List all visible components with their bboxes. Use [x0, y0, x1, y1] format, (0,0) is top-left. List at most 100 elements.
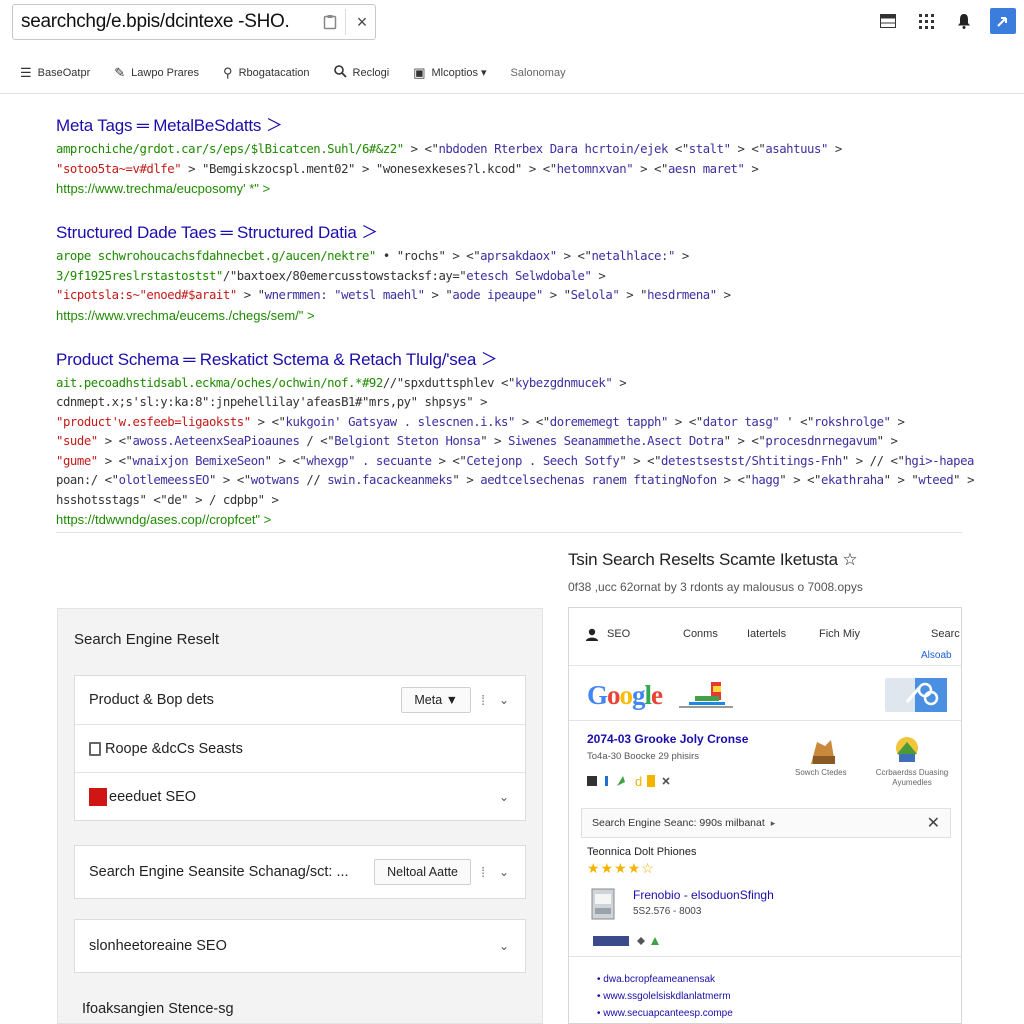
- bell-icon[interactable]: [952, 9, 976, 33]
- caret-icon: ▸: [770, 817, 776, 828]
- toolbar-item-aggregation[interactable]: ⚲ Rbogatacation: [223, 65, 309, 81]
- snippet-segment: Belgiont Steton Honsa: [334, 434, 481, 448]
- search-codes-thumbnail[interactable]: [803, 736, 843, 766]
- panel-title: Search Engine Reselt: [74, 631, 220, 648]
- chevron-down-icon[interactable]: ⌄: [499, 790, 509, 804]
- result-snippet-line: "sude" > <"awoss.AeteenxSeaPioaunes / <"…: [56, 432, 976, 452]
- toolbar-item-basedata[interactable]: ☰ BaseOatpr: [20, 65, 90, 81]
- link-icon[interactable]: [885, 678, 947, 712]
- meta-dropdown[interactable]: Meta ▼: [401, 687, 471, 713]
- thumbnail-caption: Sowch Ctedes: [795, 768, 847, 777]
- footer-item[interactable]: Ifoaksangien Stence-sg: [82, 1001, 234, 1017]
- account-icon[interactable]: [990, 8, 1016, 34]
- product-thumbnail[interactable]: [589, 886, 617, 922]
- chevron-down-icon[interactable]: ⌄: [499, 693, 509, 707]
- close-icon[interactable]: ✕: [927, 813, 940, 833]
- related-link[interactable]: • www.ssgolelsiskdlanlatmerm: [597, 991, 731, 1002]
- toolbar-label: Reclogi: [352, 66, 390, 79]
- address-search-box[interactable]: searchchg/e.bpis/dcintexe -SHO. ×: [12, 4, 376, 40]
- result-url[interactable]: https://www.vrechma/eucems./chegs/sem/" …: [56, 306, 976, 326]
- grid-icon[interactable]: [914, 9, 938, 33]
- clipboard-icon[interactable]: [321, 13, 339, 31]
- snippet-segment: > <": [716, 473, 752, 487]
- inner-search-bar[interactable]: Search Engine Seanc: 990s milbanat ▸ ✕: [581, 808, 951, 838]
- tab-comms[interactable]: Conms: [683, 628, 718, 640]
- preview-title: Tsin Search Reselts Scamte Iketusta ☆: [568, 550, 858, 569]
- accordion-item-rope[interactable]: Roope &dcCs Seasts: [75, 724, 525, 772]
- snippet-segment: procesdnrnegavum: [765, 434, 877, 448]
- accordion-item-seo[interactable]: eeeduet SEO ⌄: [75, 772, 525, 820]
- tab-sub-link[interactable]: Alsoab: [921, 650, 952, 661]
- search-query[interactable]: searchchg/e.bpis/dcintexe -SHO.: [21, 11, 317, 33]
- snippet-segment: arope schwrohoucachsfdahnecbet.g/aucen/n…: [56, 249, 376, 263]
- toolbar-item-options-dropdown[interactable]: ▣ Mlcoptios ▾: [413, 65, 486, 81]
- snippet-segment: ekathraha: [821, 473, 884, 487]
- snippet-segment: > <": [97, 453, 133, 468]
- related-link[interactable]: • dwa.bcropfeameanensak: [597, 974, 715, 985]
- snippet-segment: > <": [730, 142, 766, 156]
- snippet-segment: >: [890, 414, 905, 429]
- snippet-segment: hsshotsstags" <"de" > / cdpbp" >: [56, 492, 279, 507]
- result-title-link[interactable]: Product Schema ═ Reskatict Sctema & Reta…: [56, 346, 976, 374]
- snippet-segment: kukgoin' Gatsyaw . slescnen.i.ks": [285, 414, 515, 429]
- chevron-down-icon[interactable]: ⌄: [499, 939, 509, 953]
- product-price: 5S2.576 - 8003: [633, 906, 702, 917]
- edit-icon: ✎: [114, 64, 126, 80]
- accordion-item-seo-2[interactable]: slonheetoreaine SEO ⌄: [75, 920, 525, 972]
- natural-dropdown[interactable]: Neltoal Aatte: [374, 859, 471, 885]
- toolbar-item-reclogi[interactable]: Reclogi: [333, 64, 390, 81]
- accordion-group-3: slonheetoreaine SEO ⌄: [74, 919, 526, 973]
- drag-handle-icon[interactable]: ⁞: [481, 692, 485, 708]
- results-list: Meta Tags ═ MetalBeSdatts ＞ amprochiche/g…: [56, 112, 976, 550]
- snippet-segment: swin.facackeanmeks: [327, 473, 453, 487]
- accordion-label: Product & Bop dets: [89, 692, 214, 708]
- product-title[interactable]: Frenobio - elsoduonSfingh: [633, 888, 774, 902]
- top-icons: [876, 8, 1016, 34]
- result-headline[interactable]: 2074-03 Grooke Joly Cronse: [587, 732, 748, 746]
- snippet-segment: stalt": [688, 142, 731, 156]
- snippet-segment: " > <": [723, 434, 766, 448]
- result-snippet-line: "gume" > <"wnaixjon BemixeSeon" > <"whex…: [56, 452, 976, 472]
- snippet-segment: > <": [514, 414, 550, 429]
- snippet-segment: " > <": [619, 453, 662, 468]
- snippet-segment: " >: [480, 434, 509, 448]
- snippet-segment: ait.pecoadhstidsabl.eckma/oches/ochwin/n…: [56, 375, 383, 390]
- chevron-down-icon[interactable]: ⌄: [499, 865, 509, 879]
- snippet-segment: "icpotsla:s~"enoed#$arait": [56, 288, 237, 302]
- result-url[interactable]: https://www.trechma/eucposomy' *" >: [56, 179, 976, 199]
- snippet-segment: " > // <": [841, 453, 905, 468]
- result-title-link[interactable]: Structured Dade Taes ═ Structured Datia …: [56, 219, 976, 247]
- table-icon[interactable]: [876, 9, 900, 33]
- snippet-segment: olotlemeessEO: [118, 473, 210, 487]
- snippet-segment: >: [744, 161, 759, 176]
- snippet-segment: ' <": [779, 414, 815, 429]
- result-url[interactable]: https://tdwwndg/ases.cop//cropfcet" >: [56, 510, 976, 530]
- accordion-group-2: Search Engine Seansite Schanag/sct: ... …: [74, 845, 526, 899]
- close-icon[interactable]: ×: [352, 12, 372, 33]
- result-title-link[interactable]: Meta Tags ═ MetalBeSdatts ＞: [56, 112, 976, 140]
- snippet-segment: "sotoo5ta~=v#dlfe": [56, 161, 182, 176]
- accordion-item-schema[interactable]: Search Engine Seansite Schanag/sct: ... …: [75, 846, 525, 898]
- result-snippet-line: amprochiche/grdot.car/s/eps/$lBicatcen.S…: [56, 140, 976, 160]
- snippet-segment: • "rochs" > <": [375, 249, 481, 263]
- snippet-segment: >: [827, 142, 842, 156]
- toolbar-item-pages[interactable]: ✎ Lawpo Prares: [114, 65, 199, 81]
- snippet-segment: cdnmept.x;s'sl:y:ka:8":jnpehellilay'afea…: [56, 395, 474, 409]
- tab-fich-my[interactable]: Fich Miy: [819, 628, 860, 640]
- tab-seo[interactable]: SEO: [607, 628, 630, 640]
- snippet-segment: > <": [403, 142, 439, 156]
- toolbar-item-salonomay[interactable]: Salonomay: [511, 67, 566, 79]
- result-snippet-line: 3/9f1925reslrstastostst"/"baxtoex/80emer…: [56, 267, 976, 287]
- tab-search[interactable]: Searc: [931, 628, 960, 640]
- building-thumbnail[interactable]: [887, 736, 927, 766]
- related-link-text: www.secuapcanteesp.compe: [603, 1008, 733, 1019]
- search-icon: [333, 64, 347, 81]
- snippet-segment: <": [667, 142, 689, 156]
- accordion-item-product[interactable]: Product & Bop dets Meta ▼ ⁞ ⌄: [75, 676, 525, 724]
- related-link[interactable]: • www.secuapcanteesp.compe: [597, 1008, 733, 1019]
- tab-intervals[interactable]: Iatertels: [747, 628, 786, 640]
- snippet-segment: netalhlace:": [591, 249, 675, 263]
- accordion-label: Search Engine Seansite Schanag/sct: ...: [89, 864, 349, 880]
- snippet-segment: dorememegt tapph": [549, 414, 669, 429]
- drag-handle-icon[interactable]: ⁞: [481, 864, 485, 880]
